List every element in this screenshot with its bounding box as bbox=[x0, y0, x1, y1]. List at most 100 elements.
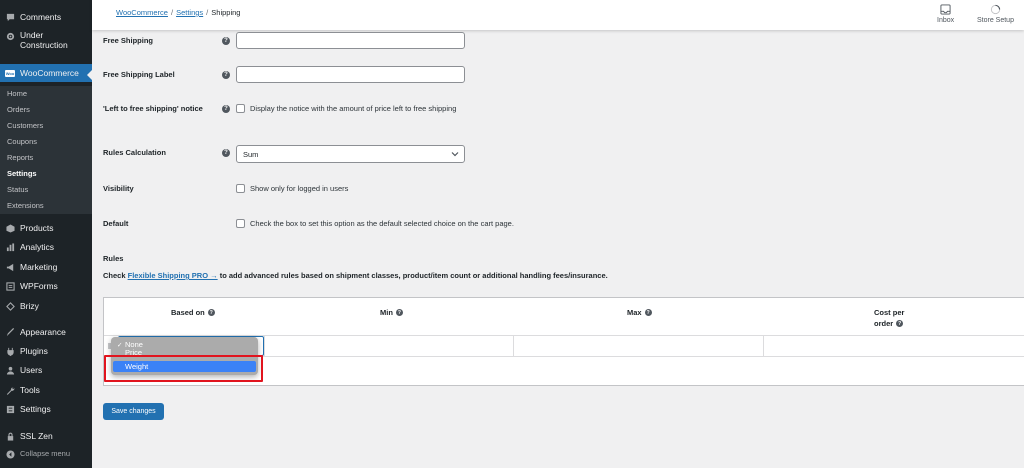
breadcrumb-separator: / bbox=[206, 8, 209, 17]
gear-icon bbox=[5, 31, 15, 41]
lock-icon bbox=[5, 431, 15, 441]
sidebar-item-comments[interactable]: Comments bbox=[0, 10, 92, 24]
sidebar-item-label: Collapse menu bbox=[20, 449, 71, 458]
sidebar-item-analytics[interactable]: Analytics bbox=[0, 241, 92, 253]
plug-icon bbox=[5, 346, 15, 356]
sidebar-item-tools[interactable]: Tools bbox=[0, 384, 92, 396]
select-value: Sum bbox=[243, 149, 259, 159]
rules-calculation-select[interactable]: Sum bbox=[236, 145, 465, 163]
sidebar-item-label: Plugins bbox=[20, 346, 48, 356]
breadcrumb-current: Shipping bbox=[211, 8, 241, 17]
rules-title: Rules bbox=[103, 254, 124, 263]
visibility-label: Visibility bbox=[103, 184, 134, 193]
help-icon[interactable]: ? bbox=[395, 309, 403, 316]
column-header-label: Max bbox=[627, 308, 642, 317]
current-arrow bbox=[87, 70, 92, 80]
breadcrumb-woocommerce[interactable]: WooCommerce bbox=[116, 8, 168, 17]
rules-description: Check Flexible Shipping PRO → to add adv… bbox=[103, 271, 608, 280]
collapse-icon bbox=[5, 449, 15, 459]
flexible-shipping-pro-link[interactable]: Flexible Shipping PRO → bbox=[128, 271, 218, 280]
visibility-checkbox[interactable] bbox=[236, 184, 245, 193]
submenu-item-extensions[interactable]: Extensions bbox=[7, 201, 44, 210]
submenu-item-customers[interactable]: Customers bbox=[7, 121, 43, 130]
inbox-icon bbox=[940, 3, 952, 15]
sidebar-item-label: Settings bbox=[20, 404, 51, 414]
submenu-item-orders[interactable]: Orders bbox=[7, 105, 30, 114]
submenu-item-home[interactable]: Home bbox=[7, 89, 27, 98]
woocommerce-submenu: Home Orders Customers Coupons Reports Se… bbox=[0, 86, 92, 214]
sidebar-item-products[interactable]: Products bbox=[0, 222, 92, 234]
brush-icon bbox=[5, 327, 15, 337]
help-icon[interactable]: ? bbox=[222, 37, 230, 45]
sidebar-item-marketing[interactable]: Marketing bbox=[0, 261, 92, 273]
sidebar-item-label: Appearance bbox=[20, 327, 66, 337]
help-icon[interactable]: ? bbox=[896, 320, 904, 327]
help-icon[interactable]: ? bbox=[222, 71, 230, 79]
sidebar-item-woocommerce[interactable]: Woo WooCommerce bbox=[0, 64, 92, 82]
column-header-label: Cost per bbox=[874, 308, 905, 317]
sidebar-item-label: Marketing bbox=[20, 262, 58, 272]
form-icon bbox=[5, 281, 15, 291]
box-icon bbox=[5, 223, 15, 233]
submenu-item-settings[interactable]: Settings bbox=[7, 169, 37, 178]
default-text: Check the box to set this option as the … bbox=[250, 219, 514, 228]
column-divider bbox=[264, 336, 265, 356]
left-notice-checkbox[interactable] bbox=[236, 104, 245, 113]
submenu-item-coupons[interactable]: Coupons bbox=[7, 137, 37, 146]
collapse-menu-button[interactable]: Collapse menu bbox=[0, 448, 92, 460]
free-shipping-input[interactable] bbox=[236, 32, 465, 49]
default-label: Default bbox=[103, 219, 129, 228]
free-shipping-label-label: Free Shipping Label bbox=[103, 70, 175, 79]
column-divider bbox=[763, 336, 764, 356]
help-icon[interactable]: ? bbox=[222, 105, 230, 113]
progress-circle-icon bbox=[989, 3, 1001, 15]
highlight-annotation bbox=[104, 355, 263, 382]
inbox-button[interactable]: Inbox bbox=[937, 3, 954, 24]
free-shipping-label-input[interactable] bbox=[236, 66, 465, 83]
store-setup-button[interactable]: Store Setup bbox=[977, 3, 1014, 24]
sidebar-item-label: Brizy bbox=[20, 301, 39, 311]
submenu-item-reports[interactable]: Reports bbox=[7, 153, 33, 162]
sidebar-item-brizy[interactable]: Brizy bbox=[0, 300, 92, 312]
sidebar-item-label: Users bbox=[20, 365, 43, 375]
help-icon[interactable]: ? bbox=[644, 309, 652, 316]
sidebar-item-wpforms[interactable]: WPForms bbox=[0, 280, 92, 292]
chevron-down-icon bbox=[451, 150, 459, 160]
top-header: WooCommerce / Settings / Shipping Inbox Stor… bbox=[92, 0, 1024, 30]
sidebar-item-users[interactable]: Users bbox=[0, 364, 92, 376]
wrench-icon bbox=[5, 385, 15, 395]
breadcrumb-settings[interactable]: Settings bbox=[176, 8, 203, 17]
sidebar-item-under-construction[interactable]: Under Construction bbox=[0, 30, 92, 54]
sidebar-item-label: Products bbox=[20, 223, 54, 233]
settings-icon bbox=[5, 404, 15, 414]
column-header-based-on: Based on? bbox=[171, 308, 215, 317]
submenu-item-status[interactable]: Status bbox=[7, 185, 28, 194]
rules-desc-prefix: Check bbox=[103, 271, 126, 280]
default-checkbox[interactable] bbox=[236, 219, 245, 228]
admin-sidebar: Comments Under Construction Woo WooComme… bbox=[0, 0, 92, 468]
woocommerce-icon: Woo bbox=[5, 69, 15, 77]
column-divider bbox=[513, 336, 514, 356]
sidebar-item-settings[interactable]: Settings bbox=[0, 403, 92, 415]
breadcrumb-separator: / bbox=[170, 8, 174, 17]
brizy-icon bbox=[5, 301, 15, 311]
inbox-label: Inbox bbox=[937, 17, 955, 24]
comment-icon bbox=[5, 12, 15, 22]
save-changes-button[interactable]: Save changes bbox=[103, 403, 164, 420]
user-icon bbox=[5, 365, 15, 375]
sidebar-item-ssl-zen[interactable]: SSL Zen bbox=[0, 430, 92, 442]
chart-bar-icon bbox=[5, 242, 15, 252]
left-notice-text: Display the notice with the amount of pr… bbox=[250, 104, 457, 113]
sidebar-item-appearance[interactable]: Appearance bbox=[0, 326, 92, 338]
sidebar-item-label: Comments bbox=[20, 12, 62, 22]
rules-desc-suffix: to add advanced rules based on shipment … bbox=[219, 271, 608, 280]
sidebar-item-plugins[interactable]: Plugins bbox=[0, 345, 92, 357]
help-icon[interactable]: ? bbox=[207, 309, 215, 316]
column-header-cost-per-order: Cost per order? bbox=[874, 308, 904, 328]
sidebar-item-label: Analytics bbox=[20, 242, 55, 252]
column-header-label: Min bbox=[380, 308, 393, 317]
sidebar-item-label: Tools bbox=[20, 385, 40, 395]
help-icon[interactable]: ? bbox=[222, 149, 230, 157]
breadcrumb: WooCommerce / Settings / Shipping bbox=[116, 8, 240, 17]
rules-calculation-label: Rules Calculation bbox=[103, 148, 166, 157]
